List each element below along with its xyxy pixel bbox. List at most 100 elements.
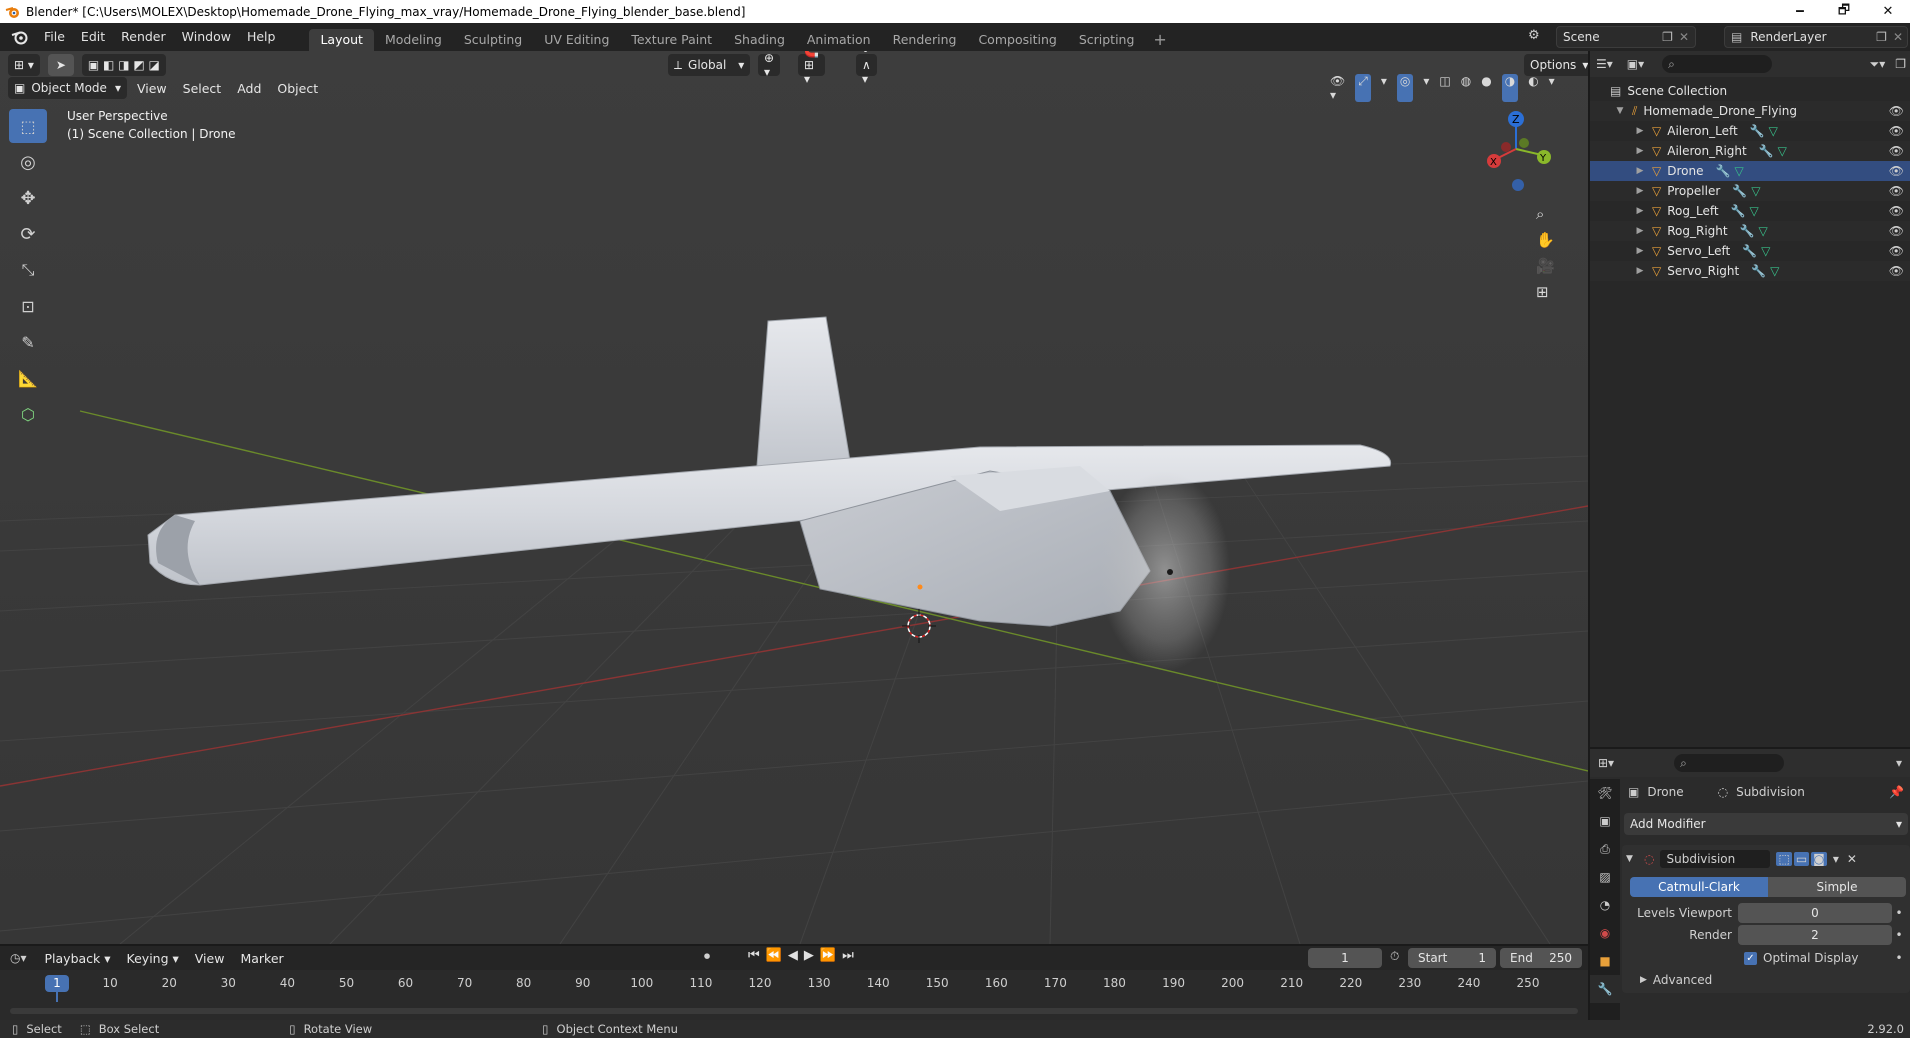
tab-compositing[interactable]: Compositing xyxy=(967,29,1067,51)
tab-uv-editing[interactable]: UV Editing xyxy=(533,29,620,51)
render-layer-remove-icon[interactable]: ✕ xyxy=(1893,30,1903,44)
modifier-wrench-icon[interactable]: 🔧 xyxy=(1732,184,1747,198)
tab-output[interactable]: ⎙ xyxy=(1590,835,1620,863)
current-frame-field[interactable]: 1 xyxy=(1308,948,1382,968)
expand-triangle-icon[interactable]: ▶ xyxy=(1634,226,1646,236)
timeline-editor-icon[interactable]: ◷▾ xyxy=(10,951,27,965)
outliner-object-row[interactable]: ▶ ▽ Rog_Left 🔧 ▽ 👁 xyxy=(1590,201,1910,221)
modifier-wrench-icon[interactable]: 🔧 xyxy=(1751,264,1766,278)
visibility-eye-icon[interactable]: 👁 xyxy=(1889,164,1904,178)
visibility-eye-icon[interactable]: 👁 xyxy=(1889,224,1904,238)
menu-edit[interactable]: Edit xyxy=(73,26,113,48)
tab-scene[interactable]: ◔ xyxy=(1590,891,1620,919)
expand-triangle-icon[interactable]: ▶ xyxy=(1634,126,1646,136)
remove-modifier-icon[interactable]: ✕ xyxy=(1847,852,1857,866)
overlay-toggle-icon[interactable]: ◎ xyxy=(1396,74,1414,102)
modifier-menu-icon[interactable]: ▾ xyxy=(1833,852,1839,866)
visibility-icon[interactable]: 👁▾ xyxy=(1330,74,1345,102)
chevron-down-icon[interactable]: ▾ xyxy=(1896,756,1902,770)
visibility-eye-icon[interactable]: 👁 xyxy=(1889,244,1904,258)
mesh-data-icon[interactable]: ▽ xyxy=(1751,184,1760,198)
camera-view-icon[interactable]: 🎥 xyxy=(1536,257,1555,275)
outliner-object-row[interactable]: ▶ ▽ Propeller 🔧 ▽ 👁 xyxy=(1590,181,1910,201)
rotate-tool[interactable]: ⟳ xyxy=(9,217,47,251)
outliner-search-field[interactable]: ⌕ xyxy=(1662,55,1773,73)
tab-scripting[interactable]: Scripting xyxy=(1068,29,1146,51)
expand-triangle-icon[interactable]: ▶ xyxy=(1634,246,1646,256)
add-workspace-button[interactable]: + xyxy=(1145,30,1174,49)
gizmo-toggle-icon[interactable]: ⤢ xyxy=(1355,74,1371,102)
end-frame-field[interactable]: End 250 xyxy=(1500,948,1582,968)
modifier-wrench-icon[interactable]: 🔧 xyxy=(1759,144,1774,158)
tab-view-layer[interactable]: ▨ xyxy=(1590,863,1620,891)
menu-file[interactable]: File xyxy=(36,26,73,48)
visibility-eye-icon[interactable]: 👁 xyxy=(1889,104,1904,118)
tab-modifiers[interactable]: 🔧 xyxy=(1590,975,1620,1003)
timeline-ruler[interactable]: 1 10 20 30 40 50 60 70 80 90 100 110 120 130 140 150 160… xyxy=(0,970,1588,1002)
new-collection-icon[interactable]: ❐ xyxy=(1895,57,1906,71)
menu-render[interactable]: Render xyxy=(113,26,174,48)
visibility-eye-icon[interactable]: 👁 xyxy=(1889,144,1904,158)
display-mode-icon[interactable]: ▣▾ xyxy=(1627,57,1644,71)
record-button[interactable]: ⏺ xyxy=(704,949,710,964)
scale-tool[interactable]: ⤡ xyxy=(9,253,47,287)
gizmo-dropdown-icon[interactable]: ▾ xyxy=(1381,74,1387,102)
collapse-triangle-icon[interactable]: ▼ xyxy=(1614,106,1626,116)
visibility-eye-icon[interactable]: 👁 xyxy=(1889,124,1904,138)
tab-sculpting[interactable]: Sculpting xyxy=(453,29,533,51)
outliner-object-row[interactable]: ▶ ▽ Drone 🔧 ▽ 👁 xyxy=(1590,161,1910,181)
advanced-subpanel[interactable]: Advanced xyxy=(1653,973,1712,987)
shading-wireframe-icon[interactable]: ◍ xyxy=(1461,74,1471,102)
close-button[interactable]: ✕ xyxy=(1866,0,1910,23)
shading-dropdown-icon[interactable]: ▾ xyxy=(1549,74,1555,102)
viewport-menu-select[interactable]: Select xyxy=(175,81,230,96)
object-mode-dropdown[interactable]: ▣ Object Mode ▾ xyxy=(8,77,127,99)
tab-object[interactable]: ■ xyxy=(1590,947,1620,975)
blender-menu-icon[interactable] xyxy=(8,25,32,49)
start-frame-field[interactable]: Start 1 xyxy=(1408,948,1496,968)
mesh-data-icon[interactable]: ▽ xyxy=(1759,224,1768,238)
edit-mode-toggle-icon[interactable]: ⬚ xyxy=(1776,852,1792,866)
keyframe-dot-icon[interactable]: • xyxy=(1892,906,1906,920)
visibility-eye-icon[interactable]: 👁 xyxy=(1889,184,1904,198)
visibility-eye-icon[interactable]: 👁 xyxy=(1889,204,1904,218)
modifier-wrench-icon[interactable]: 🔧 xyxy=(1750,124,1765,138)
minimize-button[interactable]: 🗕 xyxy=(1778,0,1822,23)
xray-toggle-icon[interactable]: ◫ xyxy=(1439,74,1450,102)
tab-animation[interactable]: Animation xyxy=(796,29,882,51)
scene-remove-icon[interactable]: ✕ xyxy=(1679,30,1689,44)
levels-viewport-field[interactable]: 0 xyxy=(1738,903,1892,923)
expand-triangle-icon[interactable]: ▶ xyxy=(1640,975,1647,985)
outliner-collection-row[interactable]: ▼ ⫽ Homemade_Drone_Flying 👁 xyxy=(1590,101,1910,121)
timeline-scrollbar[interactable] xyxy=(10,1008,1578,1014)
selection-mode-icons[interactable]: ▣ ◧ ◨ ◩ ◪ xyxy=(81,54,166,76)
transform-tool[interactable]: ⊡ xyxy=(9,289,47,323)
scene-copy-icon[interactable]: ❐ xyxy=(1662,30,1673,44)
viewport-display-toggle-icon[interactable]: ▭ xyxy=(1793,852,1810,866)
shading-rendered-icon[interactable]: ◐ xyxy=(1528,74,1538,102)
modifier-wrench-icon[interactable]: 🔧 xyxy=(1740,224,1755,238)
keyframe-dot-icon[interactable]: • xyxy=(1892,951,1906,965)
outliner-scene-collection[interactable]: ▤ Scene Collection xyxy=(1590,81,1910,101)
visibility-eye-icon[interactable]: 👁 xyxy=(1889,264,1904,278)
axis-gizmo[interactable]: Z Y X xyxy=(1460,107,1570,197)
add-cube-tool[interactable]: ⬡ xyxy=(9,397,47,431)
outliner-editor-icon[interactable]: ☰▾ xyxy=(1596,57,1613,71)
zoom-icon[interactable]: ⌕ xyxy=(1536,205,1555,223)
mesh-data-icon[interactable]: ▽ xyxy=(1769,124,1778,138)
mesh-data-icon[interactable]: ▽ xyxy=(1734,164,1743,178)
move-tool[interactable]: ✥ xyxy=(9,181,47,215)
outliner-object-row[interactable]: ▶ ▽ Aileron_Left 🔧 ▽ 👁 xyxy=(1590,121,1910,141)
overlay-dropdown-icon[interactable]: ▾ xyxy=(1423,74,1429,102)
tab-rendering[interactable]: Rendering xyxy=(882,29,968,51)
clock-icon[interactable]: ⏱ xyxy=(1390,949,1399,964)
playhead-frame-indicator[interactable]: 1 xyxy=(45,975,69,992)
modifier-wrench-icon[interactable]: 🔧 xyxy=(1742,244,1757,258)
modifier-name-field[interactable]: Subdivision xyxy=(1660,850,1771,868)
shading-material-icon[interactable]: ◑ xyxy=(1501,74,1519,102)
navigation-gizmo[interactable]: Z Y X ⌕ ✋ 🎥 ⊞ xyxy=(1460,107,1570,307)
tab-world[interactable]: ◉ xyxy=(1590,919,1620,947)
tab-tool[interactable]: 🛠 xyxy=(1590,779,1620,807)
viewport-menu-view[interactable]: View xyxy=(129,81,175,96)
outliner-object-row[interactable]: ▶ ▽ Servo_Right 🔧 ▽ 👁 xyxy=(1590,261,1910,281)
